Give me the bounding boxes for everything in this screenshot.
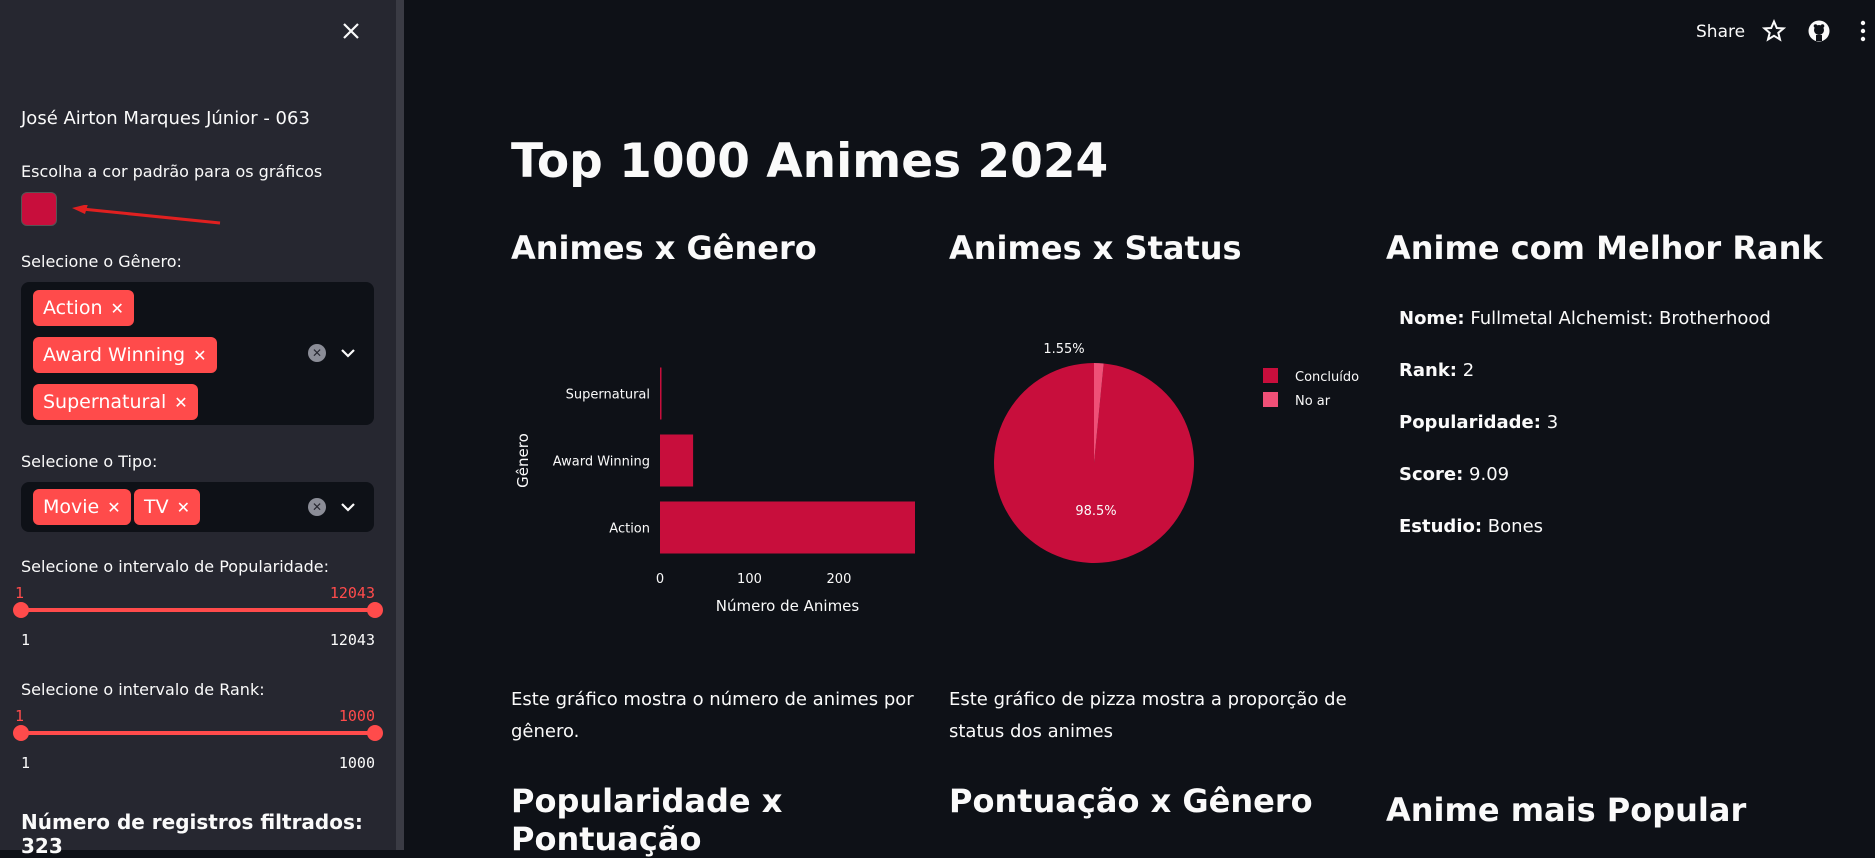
slider-min-value: 1: [15, 707, 25, 725]
page-title: Top 1000 Animes 2024: [511, 134, 1109, 189]
x-tick-label: 0: [656, 572, 664, 587]
genre-label: Selecione o Gênero:: [21, 252, 182, 271]
genre-multiselect[interactable]: Action ✕ Award Winning ✕ Supernatural ✕ ✕: [21, 282, 374, 425]
x-axis-label: Número de Animes: [716, 597, 860, 615]
x-tick-label: 200: [827, 572, 852, 587]
color-picker-label: Escolha a cor padrão para os gráficos: [21, 162, 323, 181]
remove-tag-icon[interactable]: ✕: [174, 393, 187, 412]
popularity-label: Selecione o intervalo de Popularidade:: [21, 557, 330, 576]
type-tag-movie: Movie ✕: [33, 489, 131, 525]
sidebar: José Airton Marques Júnior - 063 Escolha…: [0, 0, 404, 858]
github-icon[interactable]: [1807, 19, 1831, 43]
bar: [660, 367, 662, 420]
slider-min-value: 1: [15, 584, 25, 602]
slider-track[interactable]: [21, 731, 375, 735]
genre-chart-title: Animes x Gênero: [511, 229, 817, 267]
most-popular-title: Anime mais Popular: [1386, 791, 1747, 829]
slider-max-value: 1000: [338, 707, 375, 725]
share-button[interactable]: Share: [1696, 22, 1745, 42]
y-tick-label: Action: [609, 522, 650, 537]
clear-icon[interactable]: ✕: [308, 344, 326, 362]
remove-tag-icon[interactable]: ✕: [177, 498, 190, 517]
bar: [660, 501, 915, 554]
slider-min-thumb[interactable]: [13, 602, 29, 618]
star-icon[interactable]: [1762, 19, 1786, 43]
bar: [660, 434, 694, 487]
legend-label: Concluído: [1295, 370, 1359, 385]
status-chart-caption: Este gráfico de pizza mostra a proporção…: [949, 689, 1347, 742]
y-tick-label: Award Winning: [553, 455, 650, 470]
best-score: Score: 9.09: [1399, 464, 1510, 485]
legend-swatch: [1263, 368, 1278, 383]
remove-tag-icon[interactable]: ✕: [111, 299, 124, 318]
genre-tag-award-winning: Award Winning ✕: [33, 337, 217, 373]
best-rank-title: Anime com Melhor Rank: [1386, 229, 1823, 267]
genre-bar-chart: Action Award Winning Supernatural 0 100 200 Nú…: [514, 367, 915, 615]
best-name: Nome: Fullmetal Alchemist: Brotherhood: [1399, 308, 1771, 329]
slider-max-thumb[interactable]: [367, 602, 383, 618]
x-tick-label: 100: [737, 572, 762, 587]
type-multiselect[interactable]: Movie ✕ TV ✕ ✕: [21, 482, 374, 532]
kebab-menu-icon[interactable]: [1858, 19, 1868, 43]
remove-tag-icon[interactable]: ✕: [107, 498, 120, 517]
slider-max-value: 12043: [329, 584, 375, 602]
genre-tag-action: Action ✕: [33, 290, 134, 326]
type-label: Selecione o Tipo:: [21, 452, 158, 471]
clear-icon[interactable]: ✕: [308, 498, 326, 516]
genre-tag-supernatural: Supernatural ✕: [33, 384, 198, 420]
slider-bound-min: 1: [21, 754, 31, 772]
best-studio: Estudio: Bones: [1399, 516, 1544, 537]
slider-bound-min: 1: [21, 631, 31, 649]
rank-slider[interactable]: 1 1000 1 1000: [13, 707, 383, 777]
slider-bound-max: 1000: [338, 754, 375, 772]
genre-chart-caption: Este gráfico mostra o número de animes p…: [511, 689, 914, 742]
slider-max-thumb[interactable]: [367, 725, 383, 741]
popularity-slider[interactable]: 1 12043 1 12043: [13, 584, 383, 654]
chevron-down-icon[interactable]: [338, 343, 358, 363]
slider-min-thumb[interactable]: [13, 725, 29, 741]
pie-value-label: 1.55%: [1043, 342, 1084, 357]
status-chart-title: Animes x Status: [949, 229, 1242, 267]
slider-bound-max: 12043: [329, 631, 375, 649]
y-axis-label: Gênero: [514, 433, 532, 488]
best-rank: Rank: 2: [1399, 360, 1475, 381]
author-name: José Airton Marques Júnior - 063: [21, 108, 310, 129]
score-genre-title: Pontuação x Gênero: [949, 782, 1313, 820]
popularity-score-title: Popularidade x Pontuação: [511, 782, 783, 858]
y-tick-label: Supernatural: [566, 388, 650, 403]
remove-tag-icon[interactable]: ✕: [193, 346, 206, 365]
legend-label: No ar: [1295, 394, 1331, 409]
type-tag-tv: TV ✕: [134, 489, 201, 525]
red-arrow-annotation: [72, 205, 221, 225]
legend-swatch: [1263, 392, 1278, 407]
best-popularity: Popularidade: 3: [1399, 412, 1559, 433]
close-icon: [343, 23, 359, 39]
status-pie-chart: 98.5% 1.55% Concluído No ar: [994, 342, 1359, 563]
pie-value-label: 98.5%: [1075, 504, 1116, 519]
slider-track[interactable]: [21, 608, 375, 612]
records-count: Número de registros filtrados: 323: [21, 810, 363, 858]
rank-label: Selecione o intervalo de Rank:: [21, 680, 265, 699]
color-picker[interactable]: [21, 192, 57, 226]
close-sidebar-button[interactable]: [338, 20, 364, 46]
chevron-down-icon[interactable]: [338, 497, 358, 517]
